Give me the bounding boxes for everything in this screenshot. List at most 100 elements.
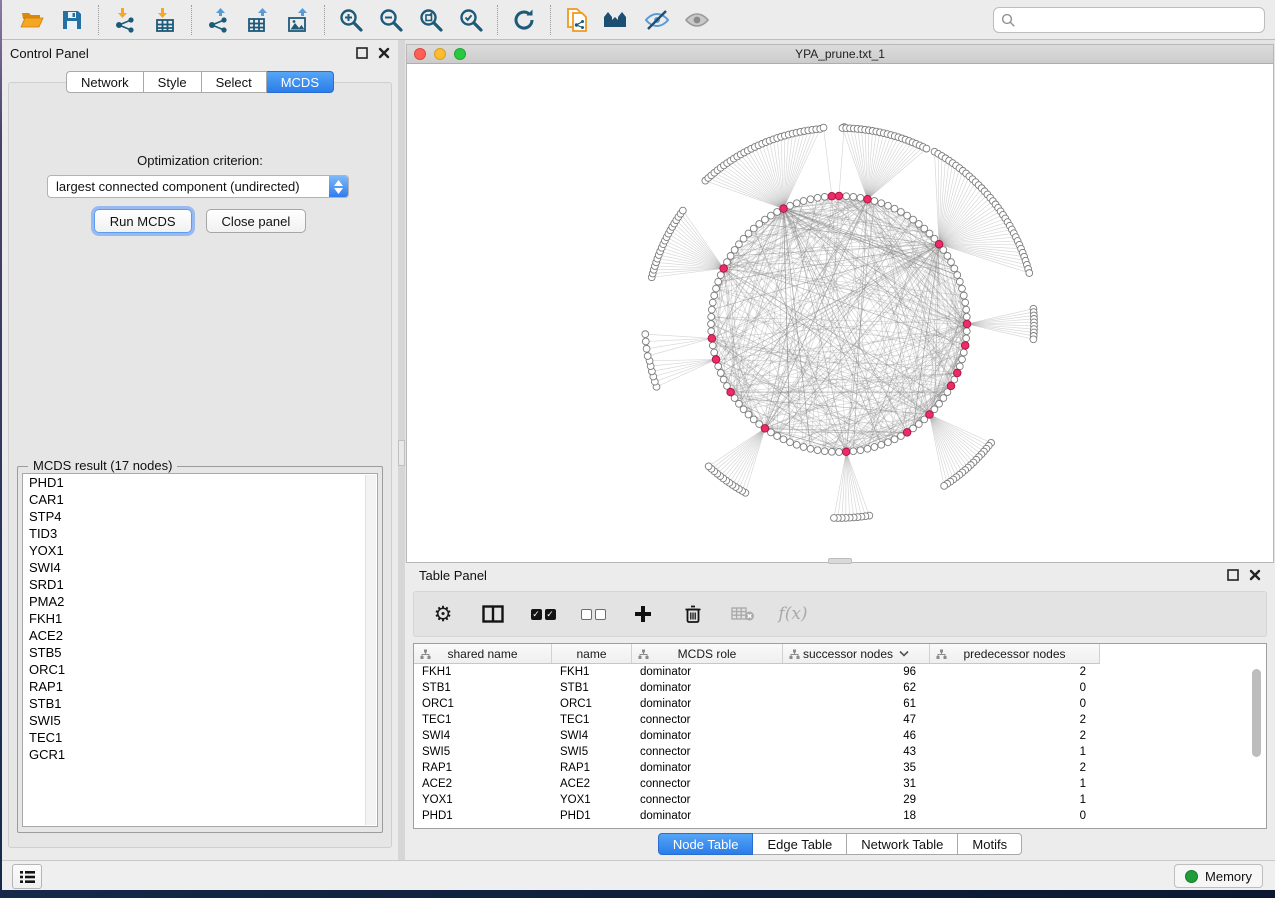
mcds-result-item[interactable]: TID3: [23, 525, 377, 542]
mcds-result-list[interactable]: PHD1CAR1STP4TID3YOX1SWI4SRD1PMA2FKH1ACE2…: [22, 473, 378, 827]
float-panel-icon[interactable]: [1227, 569, 1239, 581]
show-panels-button[interactable]: [12, 864, 42, 889]
new-network-from-selection-button[interactable]: [557, 3, 597, 37]
float-panel-icon[interactable]: [356, 47, 368, 59]
sort-desc-icon: [899, 650, 909, 657]
table-row[interactable]: STB1STB1dominator620: [414, 680, 1266, 696]
cell-successor-nodes: 18: [783, 810, 930, 822]
mcds-result-item[interactable]: GCR1: [23, 746, 377, 763]
cell-shared-name: ORC1: [414, 698, 552, 710]
column-namespace-icon: [420, 649, 431, 660]
list-icon: [19, 870, 36, 884]
function-builder-button[interactable]: f(x): [778, 598, 808, 630]
network-canvas[interactable]: [407, 64, 1273, 562]
mcds-result-item[interactable]: CAR1: [23, 491, 377, 508]
table-row[interactable]: SWI5SWI5connector431: [414, 744, 1266, 760]
column-header-successor-nodes[interactable]: successor nodes: [783, 644, 930, 663]
memory-button[interactable]: Memory: [1174, 864, 1263, 888]
mcds-result-item[interactable]: SRD1: [23, 576, 377, 593]
save-session-button[interactable]: [52, 3, 92, 37]
horizontal-splitter[interactable]: [828, 558, 852, 564]
tab-select[interactable]: Select: [202, 71, 267, 93]
main-toolbar: [2, 0, 1275, 40]
column-header-predecessor-nodes[interactable]: predecessor nodes: [930, 644, 1100, 663]
export-network-button[interactable]: [198, 3, 238, 37]
table-settings-button[interactable]: ⚙: [428, 598, 458, 630]
tab-motifs[interactable]: Motifs: [958, 833, 1022, 855]
mcds-result-item[interactable]: ACE2: [23, 627, 377, 644]
delete-column-button[interactable]: [678, 598, 708, 630]
mcds-result-item[interactable]: YOX1: [23, 542, 377, 559]
tab-mcds[interactable]: MCDS: [267, 71, 334, 93]
hide-selected-button[interactable]: [637, 3, 677, 37]
table-row[interactable]: ORC1ORC1dominator610: [414, 696, 1266, 712]
network-window: YPA_prune.txt_1: [406, 44, 1274, 563]
mcds-result-item[interactable]: PHD1: [23, 474, 377, 491]
close-panel-icon[interactable]: [378, 47, 390, 59]
tab-network[interactable]: Network: [66, 71, 144, 93]
mcds-result-groupbox: MCDS result (17 nodes) PHD1CAR1STP4TID3Y…: [17, 466, 383, 833]
mcds-result-item[interactable]: SWI4: [23, 559, 377, 576]
export-table-button[interactable]: [238, 3, 278, 37]
mcds-result-item[interactable]: ORC1: [23, 661, 377, 678]
first-neighbors-button[interactable]: [597, 3, 637, 37]
table-row[interactable]: SWI4SWI4dominator462: [414, 728, 1266, 744]
mcds-result-item[interactable]: RAP1: [23, 678, 377, 695]
cell-name: STB1: [552, 682, 632, 694]
mcds-result-item[interactable]: PMA2: [23, 593, 377, 610]
tab-network-table[interactable]: Network Table: [847, 833, 958, 855]
open-session-button[interactable]: [12, 3, 52, 37]
add-column-button[interactable]: [628, 598, 658, 630]
run-mcds-button[interactable]: Run MCDS: [94, 209, 192, 233]
tab-edge-table[interactable]: Edge Table: [753, 833, 847, 855]
optimization-criterion-dropdown[interactable]: largest connected component (undirected): [47, 175, 349, 198]
mcds-list-scrollbar[interactable]: [365, 475, 376, 825]
table-scrollbar-thumb[interactable]: [1252, 669, 1261, 757]
mcds-result-item[interactable]: TEC1: [23, 729, 377, 746]
export-image-icon: [285, 7, 311, 33]
vertical-splitter[interactable]: [398, 40, 405, 860]
table-row[interactable]: TEC1TEC1connector472: [414, 712, 1266, 728]
cell-shared-name: FKH1: [414, 666, 552, 678]
select-all-button[interactable]: ✓✓: [528, 598, 558, 630]
network-from-selection-icon: [564, 7, 590, 33]
tab-node-table[interactable]: Node Table: [658, 833, 754, 855]
column-header-shared-name[interactable]: shared name: [414, 644, 552, 663]
column-header-MCDS-role[interactable]: MCDS role: [632, 644, 783, 663]
tab-style[interactable]: Style: [144, 71, 202, 93]
column-header-name[interactable]: name: [552, 644, 632, 663]
cell-MCDS-role: connector: [632, 714, 783, 726]
cell-predecessor-nodes: 1: [930, 746, 1100, 758]
apply-layout-button[interactable]: [504, 3, 544, 37]
column-label: predecessor nodes: [963, 647, 1065, 661]
close-panel-button[interactable]: Close panel: [206, 209, 307, 233]
table-row[interactable]: PHD1PHD1dominator180: [414, 808, 1266, 824]
cell-shared-name: SWI5: [414, 746, 552, 758]
zoom-out-button[interactable]: [371, 3, 411, 37]
import-table-button[interactable]: [145, 3, 185, 37]
show-columns-button[interactable]: [478, 598, 508, 630]
cell-successor-nodes: 61: [783, 698, 930, 710]
close-panel-icon[interactable]: [1249, 569, 1261, 581]
deselect-all-button[interactable]: [578, 598, 608, 630]
mcds-result-item[interactable]: FKH1: [23, 610, 377, 627]
table-row[interactable]: RAP1RAP1dominator352: [414, 760, 1266, 776]
mcds-result-item[interactable]: STB1: [23, 695, 377, 712]
table-row[interactable]: YOX1YOX1connector291: [414, 792, 1266, 808]
table-row[interactable]: ACE2ACE2connector311: [414, 776, 1266, 792]
search-input[interactable]: [993, 7, 1265, 33]
show-all-button[interactable]: [677, 3, 717, 37]
zoom-fit-button[interactable]: [411, 3, 451, 37]
column-label: MCDS role: [678, 647, 737, 661]
splitter-grip[interactable]: [398, 440, 405, 466]
cell-shared-name: RAP1: [414, 762, 552, 774]
delete-table-button[interactable]: [728, 598, 758, 630]
import-network-button[interactable]: [105, 3, 145, 37]
table-row[interactable]: FKH1FKH1dominator962: [414, 664, 1266, 680]
export-image-button[interactable]: [278, 3, 318, 37]
mcds-result-item[interactable]: STB5: [23, 644, 377, 661]
zoom-selected-button[interactable]: [451, 3, 491, 37]
zoom-in-button[interactable]: [331, 3, 371, 37]
mcds-result-item[interactable]: STP4: [23, 508, 377, 525]
mcds-result-item[interactable]: SWI5: [23, 712, 377, 729]
